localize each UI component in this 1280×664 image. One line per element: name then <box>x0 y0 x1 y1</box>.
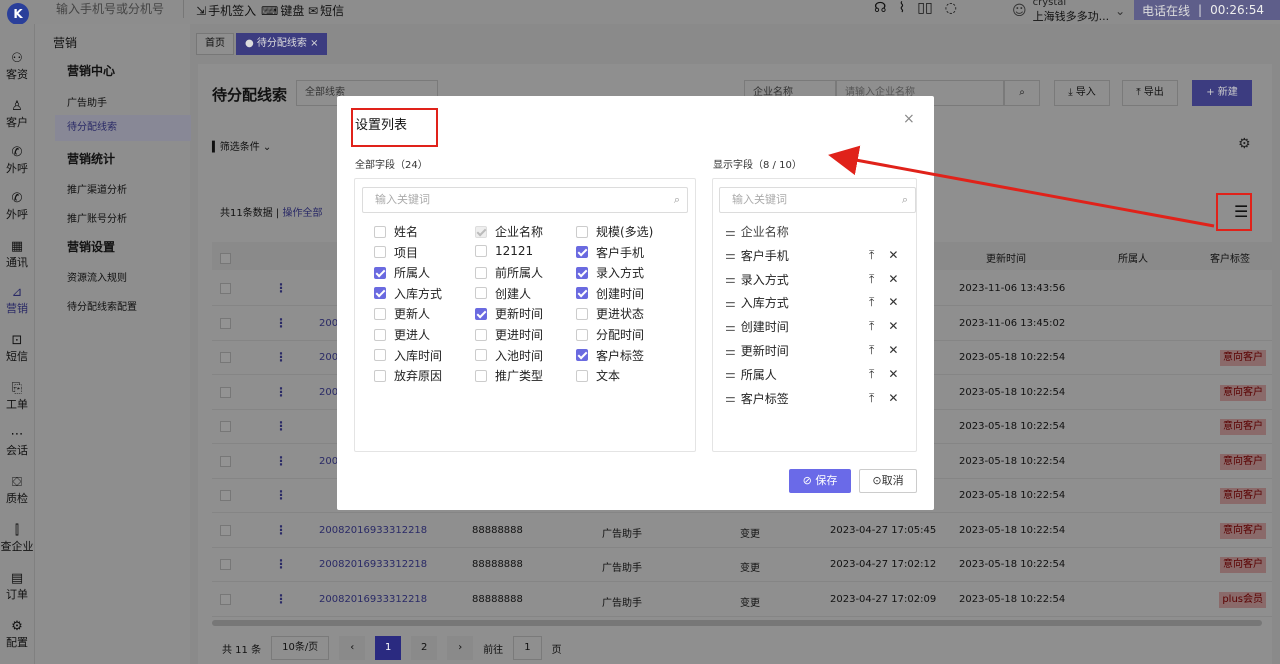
annotation-arrow <box>828 145 1215 228</box>
